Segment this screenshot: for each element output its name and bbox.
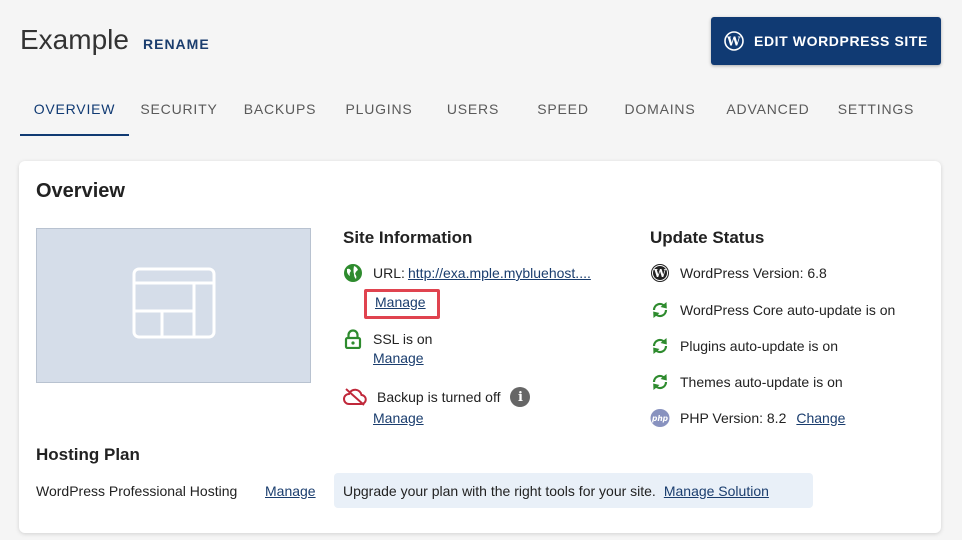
update-status-title: Update Status <box>650 228 765 247</box>
tab-plugins[interactable]: PLUGINS <box>340 90 418 136</box>
hosting-manage-link[interactable]: Manage <box>265 483 316 499</box>
overview-title: Overview <box>36 180 125 202</box>
core-autoupdate-text: WordPress Core auto-update is on <box>680 302 896 318</box>
hosting-plan-name: WordPress Professional Hosting <box>36 483 238 499</box>
url-label: URL: <box>373 265 405 281</box>
overview-card: Overview Site Information URL: http://ex… <box>19 161 941 533</box>
php-icon: php <box>650 408 670 428</box>
tab-overview[interactable]: OVERVIEW <box>20 90 129 136</box>
svg-text:W: W <box>653 267 667 280</box>
tab-users[interactable]: USERS <box>442 90 504 136</box>
core-autoupdate-row: WordPress Core auto-update is on <box>650 300 895 320</box>
site-information-title: Site Information <box>343 228 473 247</box>
php-version-text: PHP Version: 8.2 <box>680 410 787 426</box>
site-title: Example <box>20 24 129 55</box>
backup-status-text: Backup is turned off <box>377 389 501 405</box>
refresh-icon <box>650 336 670 356</box>
wp-version-row: W WordPress Version: 6.8 <box>650 263 827 283</box>
manage-solution-link[interactable]: Manage Solution <box>664 483 769 499</box>
info-icon[interactable]: i <box>510 387 531 407</box>
site-url-link[interactable]: http://exa.mple.mybluehost.... <box>408 265 591 281</box>
themes-autoupdate-text: Themes auto-update is on <box>680 374 843 390</box>
tab-settings[interactable]: SETTINGS <box>835 90 917 136</box>
edit-wordpress-site-button[interactable]: W EDIT WORDPRESS SITE <box>711 17 941 65</box>
site-thumbnail[interactable] <box>36 228 311 383</box>
globe-icon <box>343 263 363 283</box>
backup-row: Backup is turned off i <box>343 387 531 407</box>
ssl-row: SSL is on <box>343 329 432 349</box>
svg-text:php: php <box>651 414 669 423</box>
wordpress-icon: W <box>724 31 744 51</box>
lock-icon <box>343 329 363 349</box>
edit-wordpress-site-label: EDIT WORDPRESS SITE <box>754 33 928 49</box>
wordpress-icon: W <box>650 263 670 283</box>
tab-advanced[interactable]: ADVANCED <box>722 90 814 136</box>
php-version-row: php PHP Version: 8.2 Change <box>650 408 845 428</box>
svg-text:W: W <box>726 35 741 49</box>
upgrade-text: Upgrade your plan with the right tools f… <box>343 482 656 499</box>
cloud-off-icon <box>343 387 367 407</box>
tab-speed[interactable]: SPEED <box>532 90 594 136</box>
backup-manage-link[interactable]: Manage <box>373 410 424 426</box>
refresh-icon <box>650 300 670 320</box>
url-row: URL: <box>343 263 405 283</box>
tab-security[interactable]: SECURITY <box>138 90 220 136</box>
ssl-manage-link[interactable]: Manage <box>373 350 424 366</box>
hosting-plan-title: Hosting Plan <box>36 445 140 464</box>
themes-autoupdate-row: Themes auto-update is on <box>650 372 843 392</box>
rename-button[interactable]: RENAME <box>143 36 210 52</box>
tab-bar: OVERVIEW SECURITY BACKUPS PLUGINS USERS … <box>20 90 941 138</box>
php-change-link[interactable]: Change <box>796 410 845 426</box>
highlight-box <box>364 289 440 319</box>
tab-domains[interactable]: DOMAINS <box>618 90 702 136</box>
ssl-status-text: SSL is on <box>373 331 433 347</box>
refresh-icon <box>650 372 670 392</box>
upgrade-banner: Upgrade your plan with the right tools f… <box>334 473 813 508</box>
plugins-autoupdate-row: Plugins auto-update is on <box>650 336 838 356</box>
tab-backups[interactable]: BACKUPS <box>241 90 319 136</box>
plugins-autoupdate-text: Plugins auto-update is on <box>680 338 838 354</box>
wp-version-text: WordPress Version: 6.8 <box>680 265 827 281</box>
layout-placeholder-icon <box>132 267 216 344</box>
